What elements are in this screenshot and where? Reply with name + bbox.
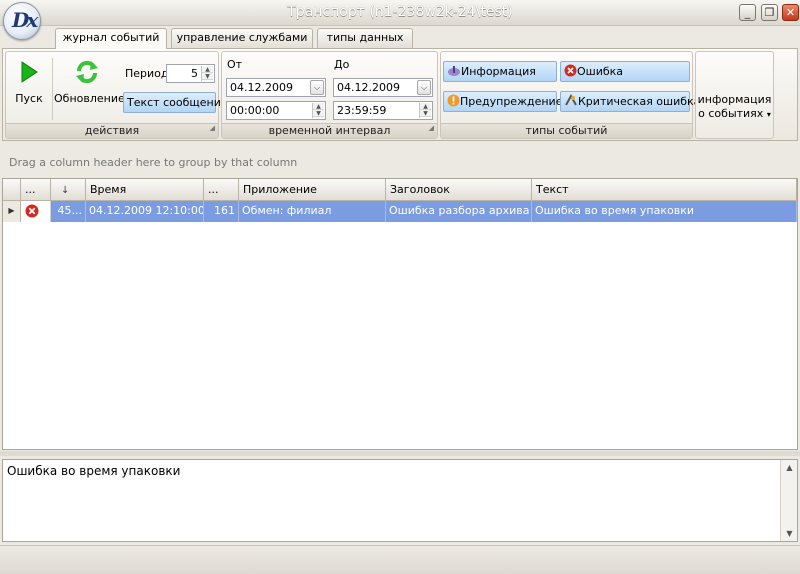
group-actions: Пуск Обновление Период 5 ▲ ▼ Текст сообще… xyxy=(5,51,227,139)
group-event-types: Информация Ошибка Предупреждение Критиче… xyxy=(440,51,700,139)
message-text: Ошибка во время упаковки xyxy=(7,464,181,478)
splitter[interactable] xyxy=(0,451,800,456)
to-date-field[interactable]: 04.12.2009 ⌵ xyxy=(333,78,433,97)
scroll-down-icon[interactable]: ▼ xyxy=(782,526,797,541)
to-time-field[interactable]: 23:59:59 ▲ ▼ xyxy=(333,101,433,120)
app-logo[interactable]: Dx xyxy=(3,2,41,40)
caption-interval: временной интервал xyxy=(268,124,391,137)
critical-error-icon xyxy=(565,93,577,106)
from-date-dropdown-icon[interactable]: ⌵ xyxy=(310,80,324,95)
event-info-button[interactable]: информация о событиях ▾ xyxy=(695,51,774,139)
to-time-spin[interactable]: ▲ ▼ xyxy=(419,103,431,118)
refresh-label: Обновление xyxy=(54,92,125,105)
status-bar xyxy=(0,545,800,574)
dialog-launcher-icon[interactable]: ◢ xyxy=(210,121,215,135)
spin-up-icon[interactable]: ▲ xyxy=(313,103,324,110)
period-spin[interactable]: ▲ ▼ xyxy=(201,66,213,81)
row-indicator-icon[interactable]: ▶ xyxy=(3,201,21,222)
ribbon: Пуск Обновление Период 5 ▲ ▼ Текст сообще… xyxy=(2,48,798,141)
close-button[interactable]: ✕ xyxy=(782,4,799,21)
group-caption-event-types: типы событий xyxy=(441,123,692,138)
column-header-type[interactable]: ... xyxy=(21,179,51,201)
row-number-cell[interactable]: 161 xyxy=(204,201,239,222)
row-application-cell[interactable]: Обмен: филиал xyxy=(239,201,386,222)
spin-up-icon[interactable]: ▲ xyxy=(420,103,431,110)
to-time-value: 23:59:59 xyxy=(337,104,387,117)
refresh-button[interactable]: Обновление xyxy=(54,56,125,116)
spin-down-icon[interactable]: ▼ xyxy=(202,73,213,80)
restore-button[interactable]: ❐ xyxy=(761,4,778,21)
app-logo-text: Dx xyxy=(12,8,38,32)
group-time-interval: От До 04.12.2009 ⌵ 04.12.2009 ⌵ 00:00:00… xyxy=(221,51,438,139)
group-caption-actions: действия ◢ xyxy=(6,123,218,138)
column-header-text[interactable]: Текст xyxy=(532,179,797,201)
dialog-launcher-icon[interactable]: ◢ xyxy=(429,121,434,135)
event-info-line2: о событиях xyxy=(698,107,764,120)
column-header-application[interactable]: Приложение xyxy=(239,179,386,201)
filter-error-button[interactable]: Ошибка xyxy=(560,61,690,82)
events-grid: ... ↓ Время ... Приложение Заголовок Тек… xyxy=(2,178,798,450)
from-time-spin[interactable]: ▲ ▼ xyxy=(312,103,324,118)
spin-down-icon[interactable]: ▼ xyxy=(313,110,324,117)
from-label: От xyxy=(227,58,243,71)
period-stepper[interactable]: 5 ▲ ▼ xyxy=(166,64,215,83)
window-title: Транспорт (n1-238w2k-24\test) xyxy=(287,4,513,20)
filter-warning-button[interactable]: Предупреждение xyxy=(443,91,562,112)
to-date-dropdown-icon[interactable]: ⌵ xyxy=(417,80,431,95)
column-header-time[interactable]: Время xyxy=(86,179,204,201)
warning-icon xyxy=(447,94,460,107)
from-time-field[interactable]: 00:00:00 ▲ ▼ xyxy=(226,101,326,120)
row-id-cell[interactable]: 45... xyxy=(51,201,86,222)
chevron-down-icon: ▾ xyxy=(766,110,771,119)
info-icon xyxy=(448,66,460,76)
filter-critical-label: Критическая ошибка xyxy=(578,95,701,108)
column-header-selector xyxy=(3,179,21,201)
row-text-cell[interactable]: Ошибка во время упаковки xyxy=(532,201,797,222)
filter-info-button[interactable]: Информация xyxy=(443,61,557,82)
message-text-button[interactable]: Текст сообщения xyxy=(123,92,227,113)
start-label: Пуск xyxy=(15,92,43,105)
group-by-hint: Drag a column header here to group by th… xyxy=(9,156,298,169)
from-date-value: 04.12.2009 xyxy=(230,81,293,94)
caption-actions: действия xyxy=(84,124,140,137)
group-by-panel[interactable]: Drag a column header here to group by th… xyxy=(2,145,798,177)
column-header-number[interactable]: ... xyxy=(204,179,239,201)
to-date-value: 04.12.2009 xyxy=(337,81,400,94)
error-icon xyxy=(564,64,577,77)
play-icon xyxy=(21,61,38,83)
filter-error-label: Ошибка xyxy=(577,65,624,78)
tab-event-log[interactable]: журнал событий xyxy=(55,28,167,49)
minimize-button[interactable]: _ xyxy=(739,4,756,21)
column-header-caption[interactable]: Заголовок xyxy=(386,179,532,201)
period-label: Период xyxy=(125,67,169,80)
start-button[interactable]: Пуск xyxy=(9,56,49,116)
sort-descending-icon: ↓ xyxy=(61,185,70,196)
event-info-line1: информация xyxy=(697,93,772,106)
spin-up-icon[interactable]: ▲ xyxy=(202,66,213,73)
filter-info-label: Информация xyxy=(461,65,536,78)
caption-event-types: типы событий xyxy=(525,124,608,137)
memo-scrollbar[interactable]: ▲ ▼ xyxy=(780,460,797,541)
row-time-cell[interactable]: 04.12.2009 12:10:00 xyxy=(86,201,204,222)
to-label: До xyxy=(334,58,350,71)
row-type-cell[interactable] xyxy=(21,201,51,222)
message-memo[interactable]: Ошибка во время упаковки ▲ ▼ xyxy=(2,459,798,542)
tab-service-management[interactable]: управление службами xyxy=(171,28,313,48)
group-caption-interval: временной интервал ◢ xyxy=(222,123,437,138)
row-caption-cell[interactable]: Ошибка разбора архива xyxy=(386,201,532,222)
spin-down-icon[interactable]: ▼ xyxy=(420,110,431,117)
scroll-up-icon[interactable]: ▲ xyxy=(782,460,797,475)
filter-warning-label: Предупреждение xyxy=(460,95,563,108)
filter-critical-button[interactable]: Критическая ошибка xyxy=(560,91,700,112)
divider xyxy=(52,58,53,120)
from-time-value: 00:00:00 xyxy=(230,104,280,117)
refresh-icon xyxy=(76,60,98,84)
tab-data-types[interactable]: типы данных xyxy=(317,28,413,48)
column-header-id[interactable]: ↓ xyxy=(51,179,86,201)
period-value: 5 xyxy=(191,67,198,80)
table-row[interactable]: ▶ 45... 04.12.2009 12:10:00 161 Обмен: ф… xyxy=(3,201,797,222)
from-date-field[interactable]: 04.12.2009 ⌵ xyxy=(226,78,326,97)
error-icon xyxy=(25,204,39,218)
